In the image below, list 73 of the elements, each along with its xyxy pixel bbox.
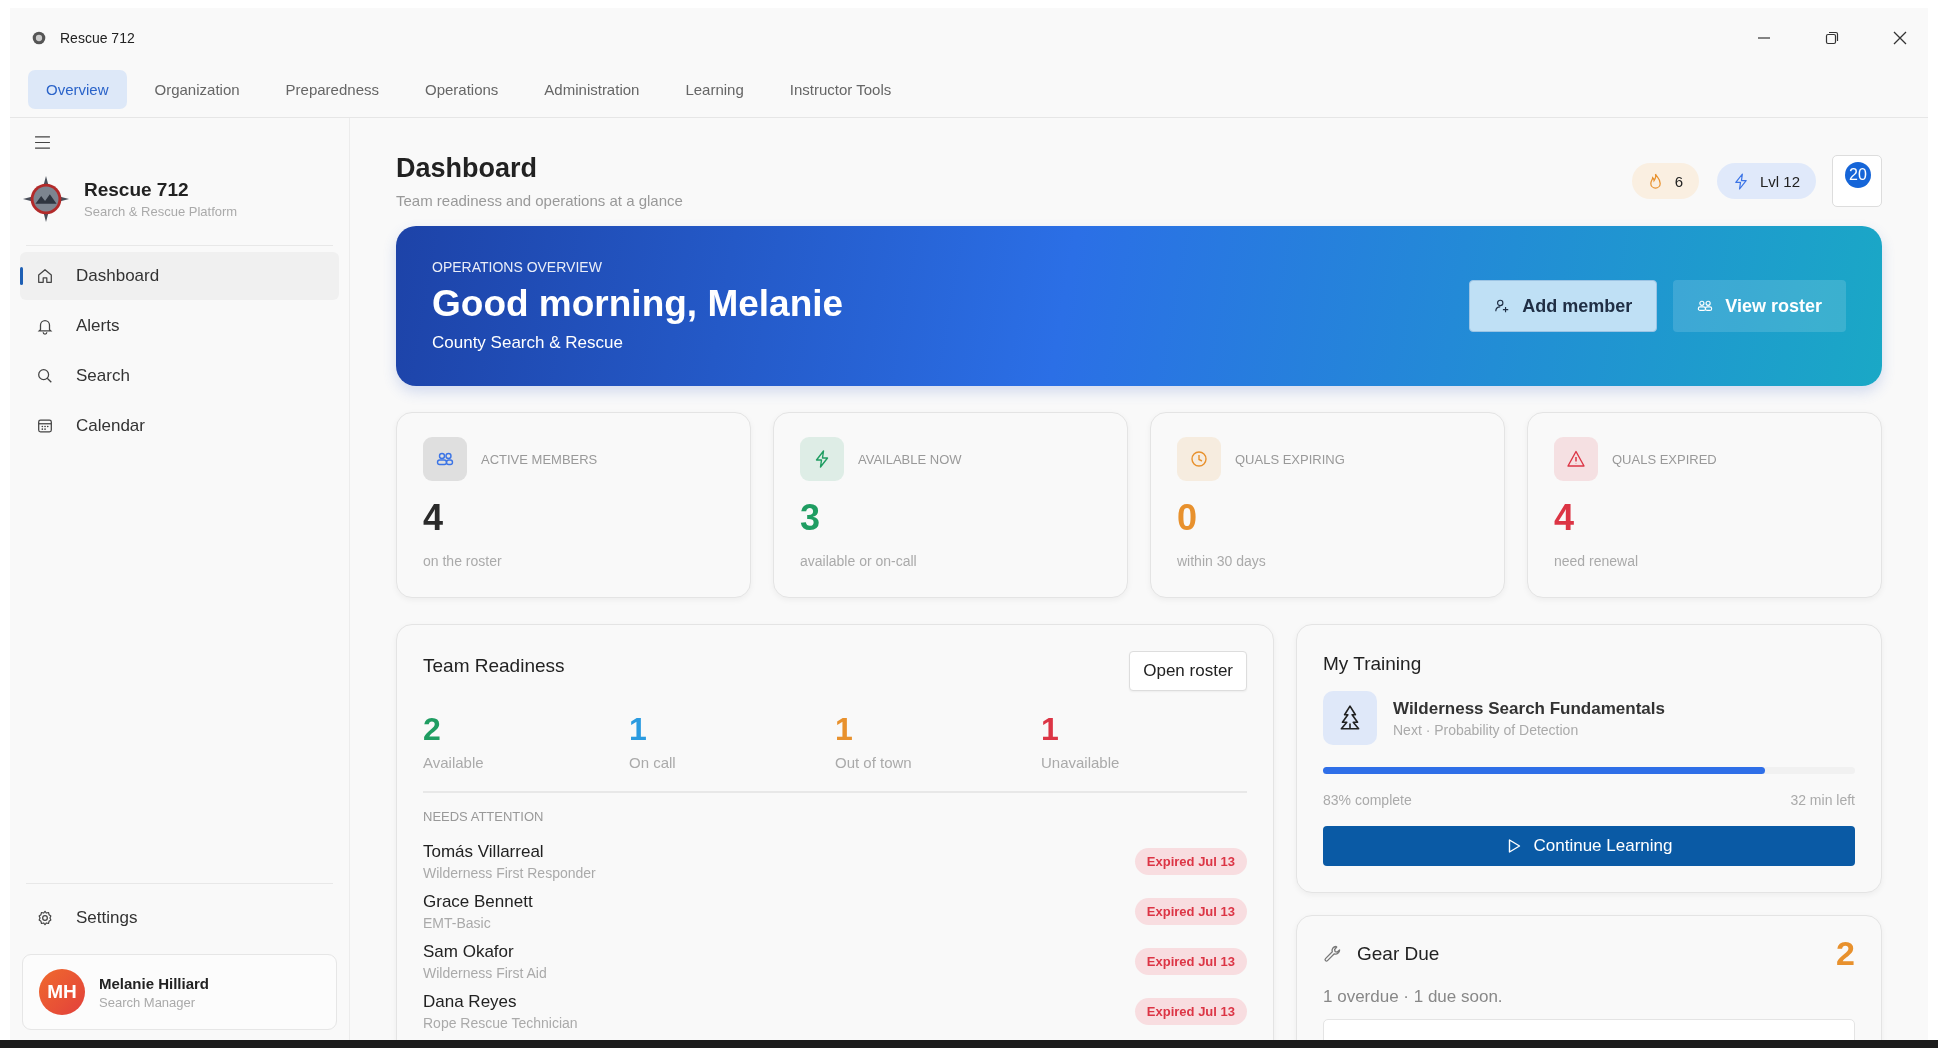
count-label: On call (629, 754, 677, 771)
count-value: 1 (835, 711, 854, 748)
organization-name: County Search & Rescue (432, 333, 624, 353)
brand-name: Rescue 712 (84, 179, 190, 201)
status-tag: Expired Jul 13 (1134, 947, 1247, 975)
next-lesson: Next · Probability of Detection (1393, 721, 1580, 738)
user-name: Melanie Hilliard (99, 974, 210, 992)
nav-tab[interactable]: Organization (136, 70, 258, 109)
nav-tab[interactable]: Instructor Tools (771, 70, 910, 109)
banner-eyebrow: OPERATIONS OVERVIEW (432, 259, 603, 275)
stat-value: 4 (423, 497, 445, 539)
sidebar-item[interactable]: Calendar (20, 402, 339, 450)
section-heading: NEEDS ATTENTION (423, 809, 545, 824)
member-name: Dana Reyes (423, 991, 518, 1012)
progress-text: 83% complete (1323, 792, 1412, 808)
notification-count: 20 (1845, 162, 1871, 188)
card-title: Team Readiness (423, 655, 565, 677)
gear-summary: 1 overdue · 1 due soon. (1323, 987, 1504, 1007)
stat-label: ACTIVE MEMBERS (481, 451, 598, 467)
course-title: Wilderness Search Fundamentals (1393, 698, 1665, 719)
level-pill: Lvl 12 (1716, 163, 1816, 199)
stat-note: on the roster (423, 553, 503, 569)
page-title: Dashboard (396, 153, 539, 184)
member-name: Tomás Villarreal (423, 841, 545, 862)
notifications-button[interactable]: 20 (1832, 155, 1882, 207)
qualification: Wilderness First Responder (423, 864, 596, 881)
settings-item[interactable]: Settings (20, 894, 339, 942)
stat-label: QUALS EXPIRING (1235, 451, 1345, 467)
brand-tagline: Search & Rescue Platform (84, 204, 238, 219)
gear-count: 2 (1836, 934, 1855, 973)
qualification: Wilderness First Aid (423, 964, 547, 981)
nav-tab[interactable]: Administration (526, 70, 658, 109)
stat-note: available or on-call (800, 553, 918, 569)
count-value: 2 (423, 711, 442, 748)
status-tag: Expired Jul 13 (1134, 897, 1247, 925)
count-value: 1 (1041, 711, 1060, 748)
nav-tab[interactable]: Overview (28, 70, 127, 109)
qualification: EMT-Basic (423, 914, 492, 931)
greeting: Good morning, Melanie (432, 283, 844, 325)
stat-value: 0 (1177, 497, 1199, 539)
open-roster-button[interactable]: Open roster (1129, 651, 1247, 691)
user-card[interactable]: MH Melanie Hilliard Search Manager (22, 954, 337, 1030)
count-label: Unavailable (1041, 754, 1121, 771)
nav-tab[interactable]: Operations (407, 70, 517, 109)
page-subtitle: Team readiness and operations at a glance (396, 192, 683, 209)
nav-tab[interactable]: Preparedness (267, 70, 397, 109)
stat-value: 3 (800, 497, 822, 539)
status-tag: Expired Jul 13 (1134, 997, 1247, 1025)
streak-pill: 6 (1631, 163, 1699, 199)
add-member-button[interactable]: Add member (1469, 280, 1658, 332)
time-left: 32 min left (1790, 792, 1855, 808)
qualification: Rope Rescue Technician (423, 1014, 578, 1031)
count-label: Out of town (835, 754, 913, 771)
stat-value: 4 (1554, 497, 1576, 539)
user-avatar: MH (39, 969, 85, 1015)
member-name: Grace Bennett (423, 891, 533, 912)
window-title: Rescue 712 (60, 30, 135, 46)
stat-note: need renewal (1554, 553, 1640, 569)
count-value: 1 (629, 711, 648, 748)
sidebar-item[interactable]: Search (20, 352, 339, 400)
user-role: Search Manager (99, 994, 197, 1010)
sidebar-item[interactable]: Alerts (20, 302, 339, 350)
continue-learning-button[interactable]: Continue Learning (1323, 826, 1855, 866)
nav-tab[interactable]: Learning (667, 70, 762, 109)
card-title: Gear Due (1357, 942, 1440, 965)
stat-note: within 30 days (1177, 553, 1267, 569)
card-title: My Training (1323, 653, 1423, 675)
member-name: Sam Okafor (423, 941, 515, 962)
count-label: Available (423, 754, 485, 771)
stat-label: QUALS EXPIRED (1612, 451, 1717, 467)
status-tag: Expired Jul 13 (1134, 847, 1247, 875)
stat-label: AVAILABLE NOW (858, 451, 962, 467)
sidebar-item[interactable]: Dashboard (20, 252, 339, 300)
